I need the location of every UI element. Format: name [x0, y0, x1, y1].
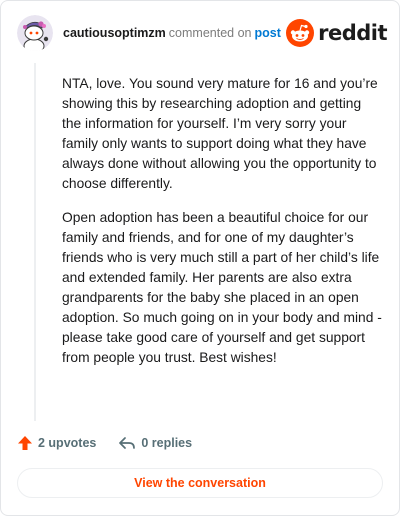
thread-line[interactable] — [34, 63, 36, 421]
comment-paragraph-1: NTA, love. You sound very mature for 16 … — [62, 76, 378, 191]
view-conversation-button[interactable]: View the conversation — [17, 468, 383, 498]
comment-body: NTA, love. You sound very mature for 16 … — [62, 74, 382, 382]
username-link[interactable]: cautiousoptimzm — [63, 26, 166, 40]
reddit-wordmark: reddit — [318, 21, 387, 45]
upvote-arrow-icon[interactable] — [17, 435, 33, 451]
upvote-count: 2 upvotes — [38, 436, 97, 450]
commented-on-label: commented on — [168, 26, 252, 40]
reply-arrow-icon[interactable] — [118, 435, 136, 451]
reply-count: 0 replies — [141, 436, 193, 450]
comment-header: cautiousoptimzm commented on post reddit — [17, 15, 387, 51]
reddit-snoo-icon — [286, 19, 315, 47]
comment-card: cautiousoptimzm commented on post reddit N… — [0, 0, 400, 516]
reddit-logo[interactable]: reddit — [286, 18, 387, 48]
comment-footer: 2 upvotes 0 replies — [17, 433, 192, 453]
post-link[interactable]: post — [254, 26, 280, 40]
comment-meta: cautiousoptimzm commented on post — [63, 26, 281, 40]
user-avatar-icon[interactable] — [17, 15, 53, 51]
comment-paragraph-2: Open adoption has been a beautiful choic… — [62, 210, 382, 365]
